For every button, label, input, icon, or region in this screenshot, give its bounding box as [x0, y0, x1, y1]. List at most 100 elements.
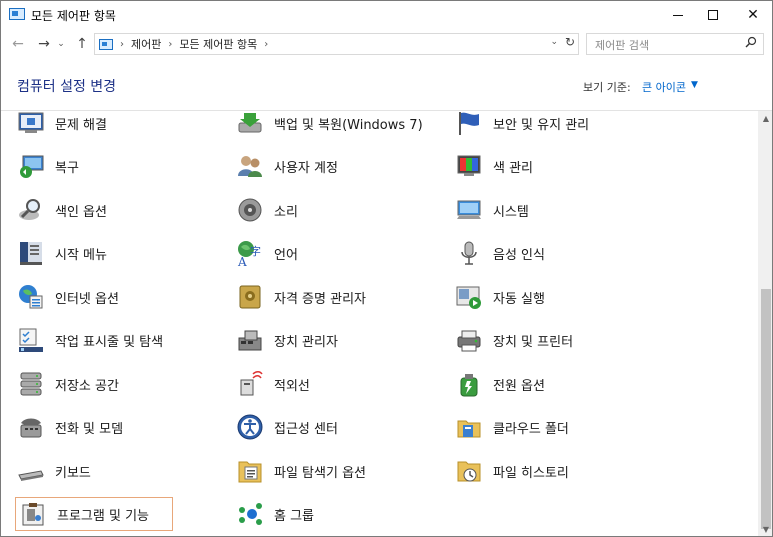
maximize-button[interactable]: [696, 1, 730, 29]
view-by-dropdown[interactable]: 큰 아이콘: [642, 79, 686, 95]
search-input[interactable]: 제어판 검색: [586, 33, 764, 55]
item-language[interactable]: 字A 언어: [236, 238, 298, 269]
item-label: 전원 옵션: [493, 378, 545, 394]
item-internet-options[interactable]: 인터넷 옵션: [17, 282, 119, 312]
breadcrumb-all-items[interactable]: 모든 제어판 항목: [179, 36, 257, 52]
phone-modem-icon: [17, 413, 45, 441]
scroll-down-icon[interactable]: ▼: [758, 522, 772, 536]
item-work-folders[interactable]: 클라우드 폴더: [455, 412, 569, 442]
item-infrared[interactable]: 적외선: [236, 369, 310, 399]
item-system[interactable]: 시스템: [455, 195, 529, 225]
navigation-bar: ← → ⌄ ↑ › 제어판 › 모든 제어판 항목 › ⌄ ↻ 제어판 검색: [1, 29, 772, 59]
item-label: 파일 히스토리: [493, 465, 569, 481]
language-icon: 字A: [236, 239, 264, 269]
credential-manager-icon: [236, 283, 264, 311]
item-label: 장치 관리자: [274, 334, 338, 350]
item-sound[interactable]: 소리: [236, 195, 298, 225]
internet-options-icon: [17, 283, 45, 311]
work-folders-icon: [455, 413, 483, 441]
item-speech-recognition[interactable]: 음성 인식: [455, 238, 545, 268]
item-security-maintenance[interactable]: 보안 및 유지 관리: [455, 108, 589, 138]
item-homegroup[interactable]: 홈 그룹: [236, 499, 314, 529]
item-label: 소리: [274, 204, 298, 220]
color-management-icon: [455, 152, 483, 180]
item-taskbar-navigation[interactable]: 작업 표시줄 및 탐색: [17, 325, 163, 355]
chevron-right-icon: ›: [264, 38, 269, 50]
breadcrumb-control-panel[interactable]: 제어판: [131, 36, 161, 52]
search-placeholder: 제어판 검색: [595, 39, 650, 52]
item-label: 프로그램 및 기능: [57, 508, 149, 524]
autoplay-icon: [455, 283, 483, 311]
ease-of-access-icon: [236, 413, 264, 441]
device-manager-icon: [236, 326, 264, 354]
item-label: 인터넷 옵션: [55, 291, 119, 307]
close-icon: ✕: [747, 7, 759, 23]
item-ease-of-access[interactable]: 접근성 센터: [236, 412, 338, 442]
item-label: 시작 메뉴: [55, 247, 107, 263]
storage-spaces-icon: [17, 370, 45, 398]
item-label: 키보드: [55, 465, 91, 481]
item-device-manager[interactable]: 장치 관리자: [236, 325, 338, 355]
item-storage-spaces[interactable]: 저장소 공간: [17, 369, 119, 399]
back-button[interactable]: ←: [9, 34, 27, 54]
control-panel-items: 문제 해결 백업 및 복원(Windows 7) 보안 및 유지 관리 복구 사…: [1, 108, 758, 536]
address-bar[interactable]: › 제어판 › 모든 제어판 항목 › ⌄ ↻: [94, 33, 579, 55]
minimize-icon: [673, 14, 683, 16]
recent-locations-button[interactable]: ⌄: [55, 34, 67, 54]
item-label: 백업 및 복원(Windows 7): [274, 117, 423, 133]
item-power-options[interactable]: 전원 옵션: [455, 369, 545, 399]
item-keyboard[interactable]: 키보드: [17, 456, 91, 486]
scroll-up-icon[interactable]: ▲: [758, 111, 772, 127]
view-by-label: 보기 기준:: [583, 81, 631, 94]
item-label: 전화 및 모뎀: [55, 421, 124, 437]
item-autoplay[interactable]: 자동 실행: [455, 282, 545, 312]
item-user-accounts[interactable]: 사용자 계정: [236, 151, 338, 181]
item-label: 자동 실행: [493, 291, 545, 307]
up-arrow-icon: ↑: [76, 36, 88, 52]
item-label: 홈 그룹: [274, 508, 315, 524]
vertical-scrollbar[interactable]: ▲ ▼: [758, 111, 772, 536]
item-phone-modem[interactable]: 전화 및 모뎀: [17, 412, 123, 442]
item-devices-printers[interactable]: 장치 및 프린터: [455, 325, 573, 355]
item-color-management[interactable]: 색 관리: [455, 151, 533, 181]
content-header: 컴퓨터 설정 변경 보기 기준: 큰 아이콘 ▼: [1, 61, 772, 111]
close-button[interactable]: ✕: [736, 1, 770, 29]
user-accounts-icon: [236, 152, 264, 180]
up-button[interactable]: ↑: [73, 34, 91, 54]
item-file-history[interactable]: 파일 히스토리: [455, 456, 569, 486]
troubleshooting-icon: [17, 109, 45, 137]
control-panel-icon: [99, 38, 113, 50]
item-label: 복구: [55, 160, 79, 176]
indexing-options-icon: [17, 196, 45, 224]
item-label: 색 관리: [493, 160, 534, 176]
item-recovery[interactable]: 복구: [17, 151, 79, 181]
item-label: 파일 탐색기 옵션: [274, 465, 366, 481]
minimize-button[interactable]: [661, 1, 695, 29]
caret-down-icon[interactable]: ▼: [691, 80, 698, 90]
item-label: 적외선: [274, 378, 310, 394]
security-flag-icon: [455, 109, 483, 137]
item-backup-restore[interactable]: 백업 및 복원(Windows 7): [236, 108, 423, 138]
taskbar-navigation-icon: [17, 326, 45, 354]
forward-button[interactable]: →: [35, 34, 53, 54]
backup-restore-icon: [236, 109, 264, 137]
back-arrow-icon: ←: [12, 36, 24, 52]
scrollbar-thumb[interactable]: [761, 289, 771, 529]
power-options-icon: [455, 370, 483, 398]
refresh-icon[interactable]: ↻: [565, 35, 575, 49]
speech-recognition-icon: [455, 239, 483, 267]
address-dropdown-icon[interactable]: ⌄: [550, 37, 558, 47]
homegroup-icon: [236, 500, 264, 528]
recovery-icon: [17, 152, 45, 180]
item-file-explorer-options[interactable]: 파일 탐색기 옵션: [236, 456, 366, 486]
item-credential-manager[interactable]: 자격 증명 관리자: [236, 282, 366, 312]
item-programs-features[interactable]: 프로그램 및 기능: [15, 497, 173, 531]
item-start-menu[interactable]: 시작 메뉴: [17, 238, 107, 268]
item-label: 장치 및 프린터: [493, 334, 574, 350]
item-troubleshooting[interactable]: 문제 해결: [17, 108, 107, 138]
item-label: 음성 인식: [493, 247, 545, 263]
item-label: 색인 옵션: [55, 204, 107, 220]
control-panel-window: 모든 제어판 항목 ✕ ← → ⌄ ↑ › 제어판 › 모든 제어판 항목 › …: [0, 0, 773, 537]
search-icon[interactable]: [745, 36, 757, 51]
item-indexing-options[interactable]: 색인 옵션: [17, 195, 107, 225]
